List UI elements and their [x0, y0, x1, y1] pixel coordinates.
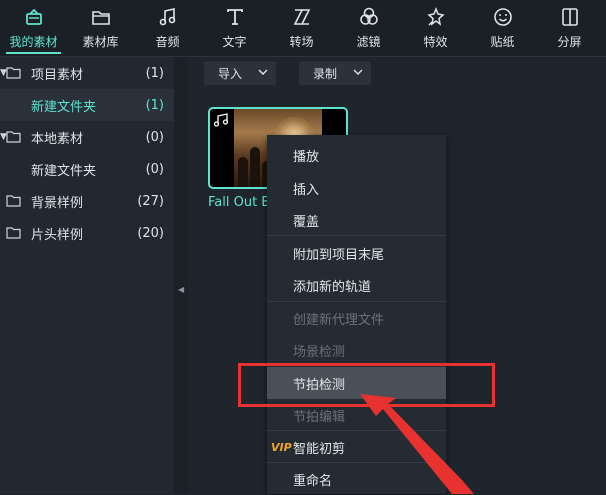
- folder-name: 项目素材: [31, 67, 84, 83]
- menu-separator: [267, 235, 446, 236]
- tab-label: 特效: [423, 35, 448, 49]
- chevron-down-icon: [353, 69, 363, 75]
- panel-collapse-handle[interactable]: ◀: [174, 57, 188, 494]
- tab-my-media[interactable]: 我的素材: [0, 0, 67, 56]
- tab-label: 素材库: [82, 35, 119, 49]
- menu-item-scene-detection: 场景检测: [267, 334, 446, 366]
- folder-intro-samples[interactable]: 片头样例 (20): [0, 217, 174, 249]
- menu-item-label: 节拍编辑: [293, 409, 346, 425]
- collapse-arrow-icon[interactable]: ◀: [178, 285, 184, 294]
- tab-label: 滤镜: [356, 35, 381, 49]
- menu-item-label: 播放: [293, 149, 320, 165]
- menu-item-label: 智能初剪: [293, 441, 346, 457]
- music-note-icon: [159, 8, 175, 26]
- menu-item-rename[interactable]: 重命名: [267, 463, 446, 495]
- import-label: 导入: [218, 66, 243, 81]
- folder-count: (1): [145, 97, 164, 113]
- record-dropdown[interactable]: 录制: [299, 61, 371, 85]
- menu-item-insert[interactable]: 插入: [267, 172, 446, 204]
- folder-new-folder-2[interactable]: 新建文件夹 (0): [0, 153, 174, 185]
- folder-local-media[interactable]: ▼ 本地素材 (0): [0, 121, 174, 153]
- tab-split-screen[interactable]: 分屏: [536, 0, 603, 56]
- tab-label: 文字: [222, 35, 247, 49]
- folder-project-media[interactable]: ▼ 项目素材 (1): [0, 57, 174, 89]
- import-dropdown[interactable]: 导入: [204, 61, 276, 85]
- menu-item-label: 重命名: [293, 473, 333, 489]
- menu-item-label: 节拍检测: [293, 377, 346, 393]
- tab-label: 贴纸: [490, 35, 515, 49]
- folder-count: (0): [145, 129, 164, 145]
- tab-label: 音频: [155, 35, 180, 49]
- menu-item-beat-edit: 节拍编辑: [267, 399, 446, 431]
- menu-item-label: 覆盖: [293, 214, 320, 230]
- text-icon: [226, 9, 243, 25]
- menu-item-label: 添加新的轨道: [293, 279, 372, 295]
- menu-item-label: 创建新代理文件: [293, 312, 385, 328]
- tab-effects[interactable]: 特效: [402, 0, 469, 56]
- folder-count: (20): [137, 225, 164, 241]
- folder-name: 新建文件夹: [31, 163, 97, 179]
- top-toolbar: 我的素材 素材库 音频 文字 转场 滤镜 特效 贴纸 分屏: [0, 0, 606, 57]
- tab-label: 转场: [289, 35, 314, 49]
- menu-item-label: 场景检测: [293, 344, 346, 360]
- folder-background-samples[interactable]: 背景样例 (27): [0, 185, 174, 217]
- chevron-down-icon: [258, 69, 268, 75]
- tab-sticker[interactable]: 贴纸: [469, 0, 536, 56]
- media-filename: Fall Out B: [208, 195, 271, 210]
- folder-count: (1): [145, 65, 164, 81]
- menu-item-add-new-track[interactable]: 添加新的轨道: [267, 269, 446, 301]
- tab-filter[interactable]: 滤镜: [335, 0, 402, 56]
- split-screen-icon: [561, 8, 578, 26]
- folder-count: (27): [137, 193, 164, 209]
- tab-label: 我的素材: [9, 35, 58, 49]
- menu-item-play[interactable]: 播放: [267, 139, 446, 171]
- menu-item-label: 插入: [293, 182, 320, 198]
- menu-item-overwrite[interactable]: 覆盖: [267, 204, 446, 236]
- media-folder-panel: ▼ 项目素材 (1) 新建文件夹 (1) ▼ 本地素材 (0) 新建文件夹 (0…: [0, 57, 174, 494]
- effects-star-icon: [426, 6, 445, 26]
- folder-name: 新建文件夹: [31, 99, 97, 115]
- menu-item-beat-detection[interactable]: 节拍检测: [267, 367, 446, 399]
- tab-label: 分屏: [557, 35, 582, 49]
- folder-icon: [6, 227, 21, 239]
- folder-name: 本地素材: [31, 131, 84, 147]
- folder-new-folder-1[interactable]: 新建文件夹 (1): [0, 89, 174, 121]
- my-media-icon: [25, 8, 42, 25]
- folder-icon: [91, 11, 110, 25]
- menu-item-append-to-end[interactable]: 附加到项目末尾: [267, 237, 446, 269]
- tab-audio[interactable]: 音频: [134, 0, 201, 56]
- folder-icon: [6, 195, 21, 207]
- sticker-icon: [493, 8, 512, 26]
- tab-media-library[interactable]: 素材库: [67, 0, 134, 56]
- menu-item-label: 附加到项目末尾: [293, 247, 385, 263]
- record-label: 录制: [313, 66, 338, 81]
- menu-item-smart-trim[interactable]: VIP 智能初剪: [267, 431, 446, 463]
- tab-text[interactable]: 文字: [201, 0, 268, 56]
- folder-count: (0): [145, 161, 164, 177]
- folder-icon: [6, 67, 21, 79]
- folder-name: 片头样例: [31, 227, 84, 243]
- tab-transition[interactable]: 转场: [268, 0, 335, 56]
- folder-icon: [6, 131, 21, 143]
- folder-name: 背景样例: [31, 195, 84, 211]
- audio-note-icon: [213, 113, 229, 127]
- context-menu: 播放 插入 覆盖 附加到项目末尾 添加新的轨道 创建新代理文件 场景检测 节拍检…: [267, 135, 446, 494]
- transition-icon: [293, 9, 310, 25]
- menu-item-create-proxy: 创建新代理文件: [267, 302, 446, 334]
- vip-badge: VIP: [271, 440, 292, 454]
- filter-icon: [359, 7, 378, 25]
